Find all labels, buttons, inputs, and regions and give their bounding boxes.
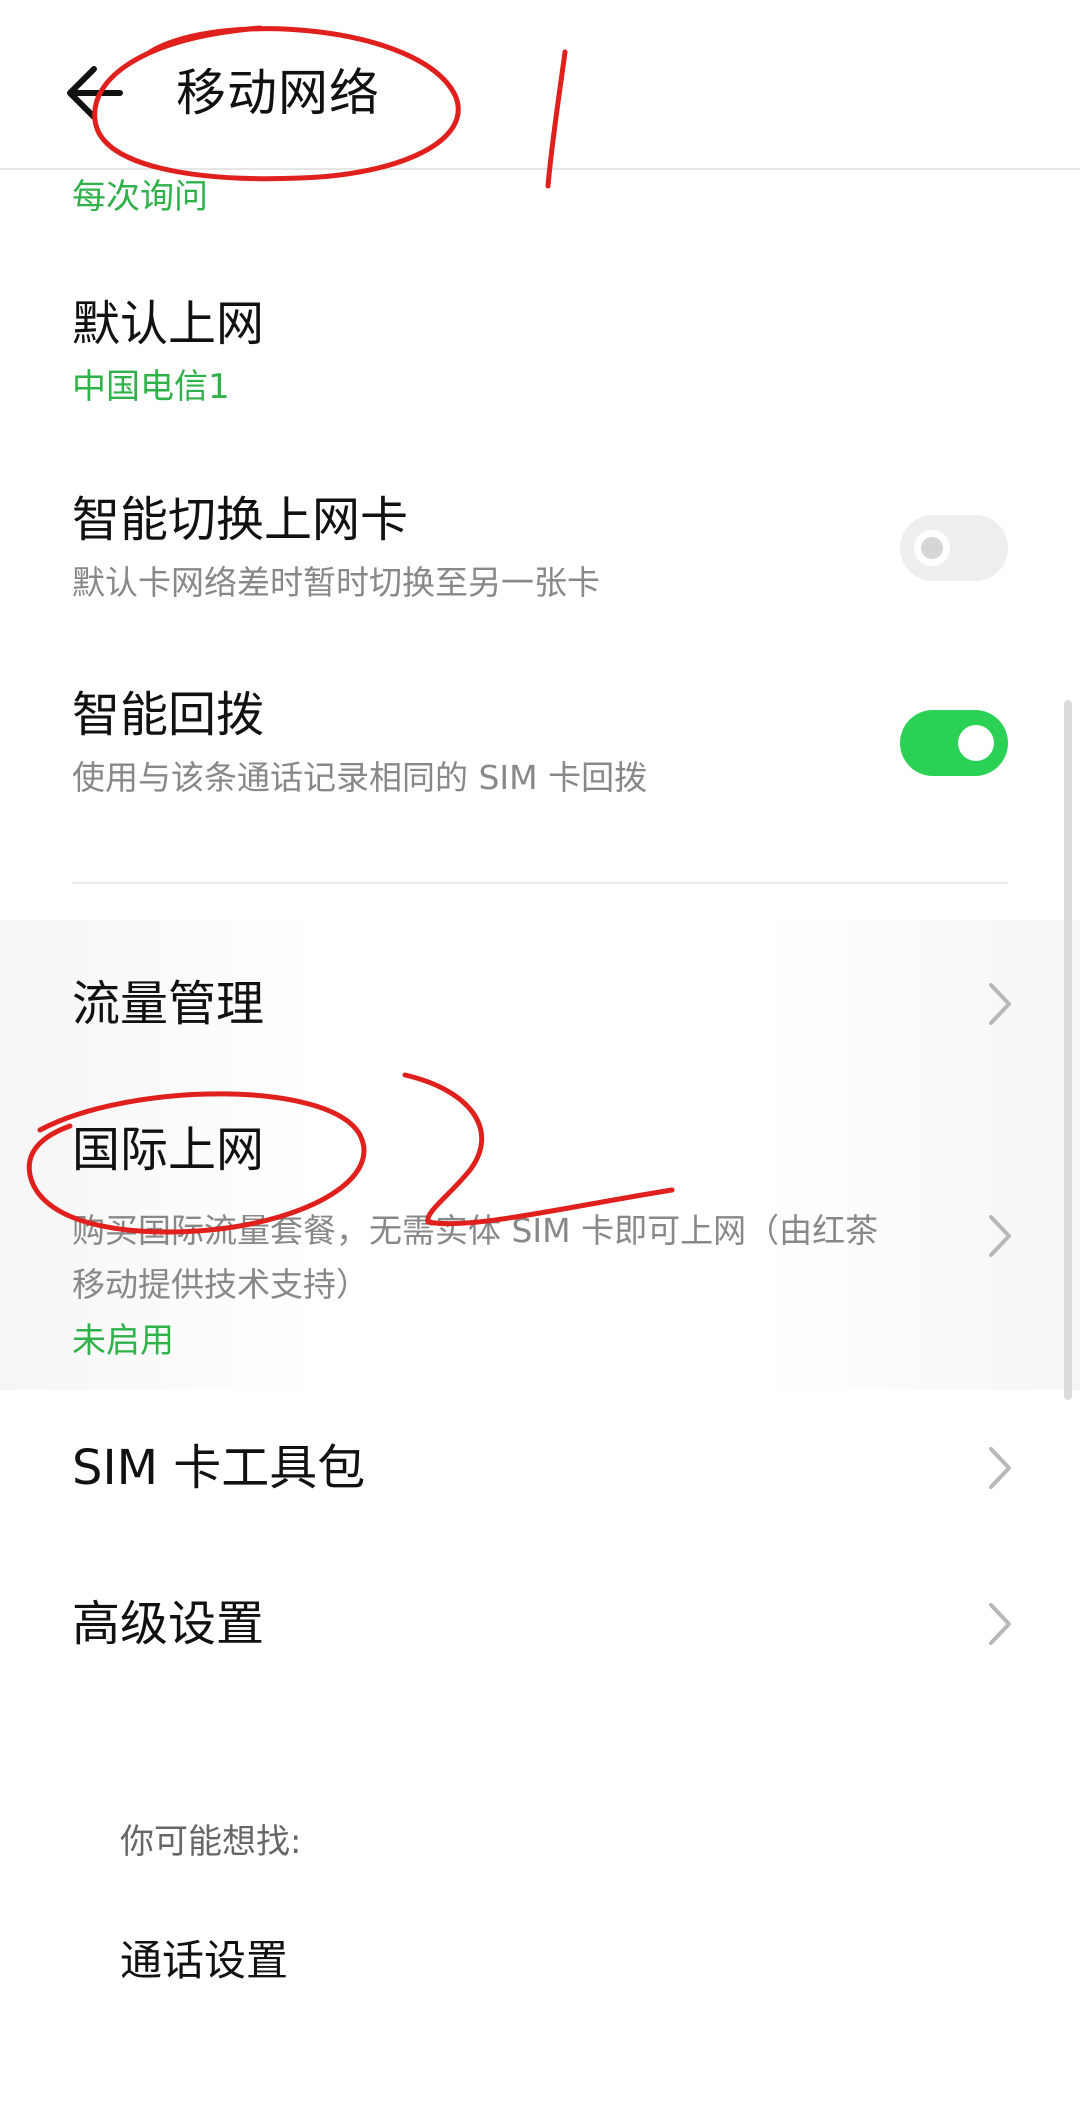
smart-redial-subtitle: 使用与该条通话记录相同的 SIM 卡回拨 xyxy=(72,758,648,797)
mobile-network-screen: 每次询问 默认上网 中国电信1 智能切换上网卡 默认卡网络差时暂时切换至另一张卡… xyxy=(0,0,1080,2114)
default-data-value: 中国电信1 xyxy=(72,367,230,407)
smart-switch-toggle[interactable] xyxy=(900,515,1008,581)
sim-toolkit-row[interactable]: SIM 卡工具包 xyxy=(72,1436,972,1500)
chevron-right-icon xyxy=(989,1215,1011,1257)
smart-switch-title: 智能切换上网卡 xyxy=(72,492,409,548)
smart-switch-subtitle: 默认卡网络差时暂时切换至另一张卡 xyxy=(72,563,600,602)
default-data-row[interactable]: 默认上网 中国电信1 xyxy=(72,292,972,412)
intl-roaming-status: 未启用 xyxy=(72,1321,174,1361)
suggestion-call-settings[interactable]: 通话设置 xyxy=(120,1930,288,1992)
default-data-title: 默认上网 xyxy=(72,296,265,352)
ask-each-time-value: 每次询问 xyxy=(72,177,208,217)
section-divider xyxy=(72,882,1008,884)
toggle-knob xyxy=(958,725,994,761)
scrollbar[interactable] xyxy=(1064,700,1072,1400)
page-title: 移动网络 xyxy=(176,64,380,122)
data-usage-title: 流量管理 xyxy=(72,976,265,1032)
advanced-settings-row[interactable]: 高级设置 xyxy=(72,1592,972,1656)
smart-redial-toggle[interactable] xyxy=(900,710,1008,776)
arrow-left-icon[interactable] xyxy=(60,58,130,128)
chevron-right-icon xyxy=(989,1603,1011,1645)
sim-toolkit-title: SIM 卡工具包 xyxy=(72,1440,366,1496)
toggle-knob xyxy=(914,530,950,566)
intl-roaming-row[interactable]: 国际上网 购买国际流量套餐，无需实体 SIM 卡即可上网（由红茶 移动提供技术支… xyxy=(72,1118,972,1366)
intl-roaming-subtitle-line2: 移动提供技术支持） xyxy=(72,1265,369,1304)
smart-redial-title: 智能回拨 xyxy=(72,687,265,743)
suggestions-title: 你可能想找: xyxy=(120,1822,302,1862)
app-header: 移动网络 xyxy=(0,0,1080,170)
intl-roaming-subtitle-line1: 购买国际流量套餐，无需实体 SIM 卡即可上网（由红茶 xyxy=(72,1211,879,1250)
smart-redial-row: 智能回拨 使用与该条通话记录相同的 SIM 卡回拨 xyxy=(72,683,872,805)
smart-switch-row: 智能切换上网卡 默认卡网络差时暂时切换至另一张卡 xyxy=(72,488,872,610)
intl-roaming-title: 国际上网 xyxy=(72,1122,265,1178)
chevron-right-icon xyxy=(989,1447,1011,1489)
advanced-settings-title: 高级设置 xyxy=(72,1596,265,1652)
chevron-right-icon xyxy=(989,983,1011,1025)
data-usage-row[interactable]: 流量管理 xyxy=(72,972,972,1036)
